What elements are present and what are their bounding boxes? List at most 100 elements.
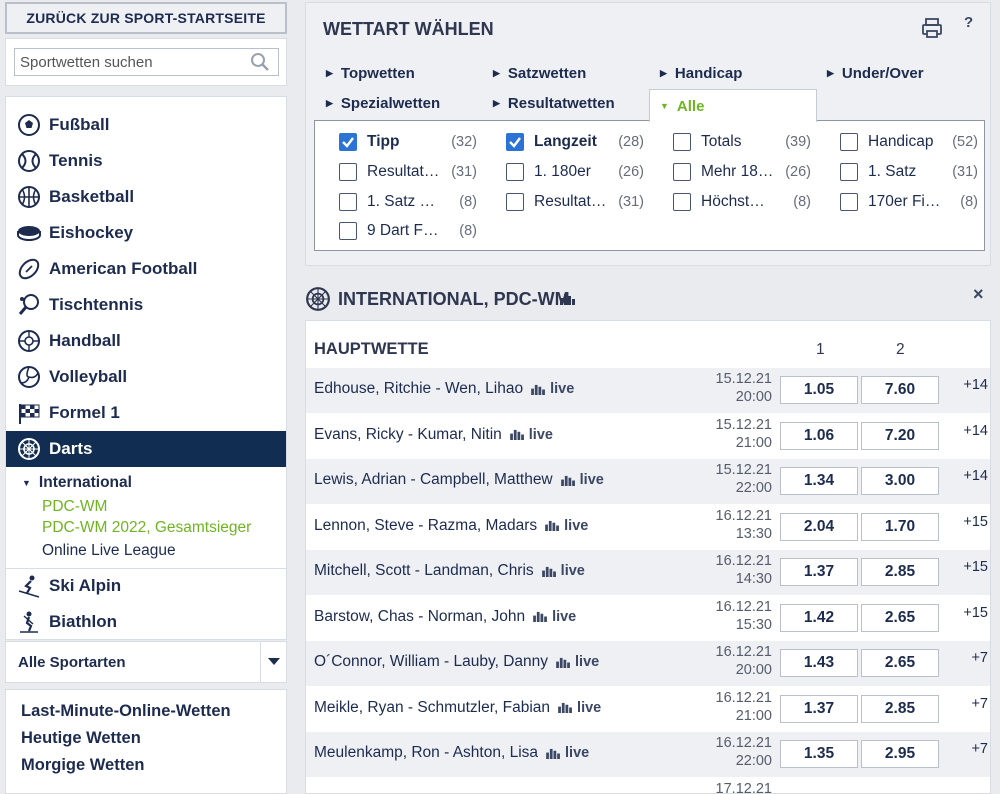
- checkbox[interactable]: [339, 193, 357, 211]
- sidebar-item-handball[interactable]: Handball: [6, 323, 286, 359]
- darts-sub-pdc-wm[interactable]: PDC-WM: [42, 498, 107, 516]
- match-link[interactable]: Evans, Ricky - Kumar, Nitin live: [314, 426, 553, 444]
- odds-button-2[interactable]: 2.65: [861, 603, 939, 632]
- tab-handicap[interactable]: ▶ Handicap: [660, 65, 742, 82]
- market-tipp[interactable]: Tipp (32): [339, 130, 477, 154]
- live-badge[interactable]: live: [546, 745, 589, 761]
- all-sports-dropdown[interactable]: Alle Sportarten: [5, 641, 287, 683]
- market-langzeit[interactable]: Langzeit (28): [506, 130, 644, 154]
- tab-topwetten[interactable]: ▶ Topwetten: [326, 65, 415, 82]
- sidebar-item-volleyball[interactable]: Volleyball: [6, 359, 286, 395]
- match-link[interactable]: Mitchell, Scott - Landman, Chris live: [314, 562, 585, 580]
- odds-button-1[interactable]: 1.35: [780, 740, 858, 768]
- odds-button-1[interactable]: 1.06: [780, 421, 858, 450]
- checkbox[interactable]: [506, 193, 524, 211]
- close-icon[interactable]: ×: [973, 284, 984, 305]
- market-resultat-2[interactable]: Resultat… (31): [506, 190, 644, 214]
- help-icon[interactable]: ?: [964, 14, 973, 31]
- checkbox[interactable]: [339, 163, 357, 181]
- checkbox[interactable]: [673, 133, 691, 151]
- match-link[interactable]: Lewis, Adrian - Campbell, Matthew live: [314, 471, 604, 489]
- tab-satzwetten[interactable]: ▶ Satzwetten: [493, 65, 586, 82]
- print-icon[interactable]: [921, 17, 943, 39]
- odds-button-2[interactable]: 2.85: [861, 558, 939, 586]
- checkbox[interactable]: [840, 133, 858, 151]
- market-1-180er[interactable]: 1. 180er (26): [506, 160, 644, 184]
- checkbox-checked[interactable]: [339, 133, 357, 151]
- market-totals[interactable]: Totals (39): [673, 130, 811, 154]
- odds-button-1[interactable]: 1.05: [780, 376, 858, 404]
- odds-button-2[interactable]: 2.65: [861, 649, 939, 677]
- market-1-satz[interactable]: 1. Satz (31): [840, 160, 978, 184]
- market-handicap[interactable]: Handicap (52): [840, 130, 978, 154]
- odds-button-1[interactable]: 1.43: [780, 649, 858, 677]
- odds-button-2[interactable]: 7.20: [861, 421, 939, 450]
- live-badge[interactable]: live: [558, 700, 601, 716]
- more-markets-link[interactable]: +14: [952, 377, 988, 393]
- more-markets-link[interactable]: +15: [952, 514, 988, 530]
- more-markets-link[interactable]: +14: [952, 468, 988, 484]
- market-1-satz-sub[interactable]: 1. Satz … (8): [339, 190, 477, 214]
- market-170er[interactable]: 170er Fi… (8): [840, 190, 978, 214]
- checkbox[interactable]: [673, 163, 691, 181]
- back-to-sport-home-button[interactable]: ZURÜCK ZUR SPORT-STARTSEITE: [5, 2, 287, 34]
- live-badge[interactable]: live: [560, 472, 604, 488]
- tab-spezialwetten[interactable]: ▶ Spezialwetten: [326, 95, 440, 112]
- live-badge[interactable]: live: [545, 518, 588, 534]
- odds-button-1[interactable]: 2.04: [780, 512, 858, 541]
- tab-under-over[interactable]: ▶ Under/Over: [827, 65, 924, 82]
- odds-button-2[interactable]: 2.95: [861, 740, 939, 768]
- more-markets-link[interactable]: +7: [952, 741, 988, 757]
- sidebar-item-biathlon[interactable]: Biathlon: [6, 604, 286, 640]
- market-hoechst[interactable]: Höchst… (8): [673, 190, 811, 214]
- tab-resultatwetten[interactable]: ▶ Resultatwetten: [493, 95, 615, 112]
- sidebar-item-darts[interactable]: Darts: [6, 431, 286, 467]
- checkbox[interactable]: [840, 193, 858, 211]
- match-link[interactable]: Barstow, Chas - Norman, John live: [314, 608, 576, 626]
- link-heutige-wetten[interactable]: Heutige Wetten: [21, 729, 141, 748]
- sidebar-item-eishockey[interactable]: Eishockey: [6, 215, 286, 251]
- match-link[interactable]: Meulenkamp, Ron - Ashton, Lisa live: [314, 744, 589, 762]
- match-link[interactable]: O´Connor, William - Lauby, Danny live: [314, 653, 599, 671]
- live-badge[interactable]: live: [509, 427, 553, 443]
- market-mehr-180[interactable]: Mehr 18… (26): [673, 160, 811, 184]
- match-link[interactable]: Edhouse, Ritchie - Wen, Lihao live: [314, 380, 574, 398]
- link-last-minute[interactable]: Last-Minute-Online-Wetten: [21, 702, 231, 721]
- odds-button-1[interactable]: 1.42: [780, 603, 858, 632]
- checkbox-checked[interactable]: [506, 133, 524, 151]
- match-link[interactable]: Lennon, Steve - Razma, Madars live: [314, 517, 588, 535]
- live-badge[interactable]: live: [531, 381, 574, 397]
- odds-button-2[interactable]: 1.70: [861, 512, 939, 541]
- more-markets-link[interactable]: +15: [952, 605, 988, 621]
- more-markets-link[interactable]: +7: [952, 696, 988, 712]
- search-icon[interactable]: [250, 52, 270, 72]
- sidebar-item-formel-1[interactable]: Formel 1: [6, 395, 286, 431]
- more-markets-link[interactable]: +15: [952, 559, 988, 575]
- sidebar-item-tischtennis[interactable]: Tischtennis: [6, 287, 286, 323]
- live-badge[interactable]: live: [533, 609, 576, 625]
- chevron-down-icon[interactable]: [260, 642, 287, 682]
- darts-group-international[interactable]: ▼ International: [22, 474, 132, 492]
- checkbox[interactable]: [506, 163, 524, 181]
- darts-sub-pdc-wm-2022[interactable]: PDC-WM 2022, Gesamtsieger: [42, 519, 251, 537]
- checkbox[interactable]: [840, 163, 858, 181]
- darts-sub-online-live-league[interactable]: Online Live League: [42, 542, 176, 560]
- odds-button-1[interactable]: 1.37: [780, 694, 858, 723]
- search-input[interactable]: [14, 48, 279, 76]
- sidebar-item-tennis[interactable]: Tennis: [6, 143, 286, 179]
- tab-alle[interactable]: ▼ Alle: [649, 89, 817, 122]
- odds-button-2[interactable]: 7.60: [861, 376, 939, 404]
- stats-icon[interactable]: [560, 293, 576, 305]
- odds-button-2[interactable]: 2.85: [861, 694, 939, 723]
- live-badge[interactable]: live: [541, 563, 585, 579]
- link-morgige-wetten[interactable]: Morgige Wetten: [21, 756, 144, 775]
- live-badge[interactable]: live: [556, 654, 599, 670]
- more-markets-link[interactable]: +7: [952, 650, 988, 666]
- checkbox[interactable]: [339, 222, 357, 240]
- sidebar-item-basketball[interactable]: Basketball: [6, 179, 286, 215]
- odds-button-1[interactable]: 1.34: [780, 467, 858, 495]
- checkbox[interactable]: [673, 193, 691, 211]
- sidebar-item-fussball[interactable]: Fußball: [6, 107, 286, 143]
- sidebar-item-ski-alpin[interactable]: Ski Alpin: [6, 568, 286, 604]
- odds-button-1[interactable]: 1.37: [780, 558, 858, 586]
